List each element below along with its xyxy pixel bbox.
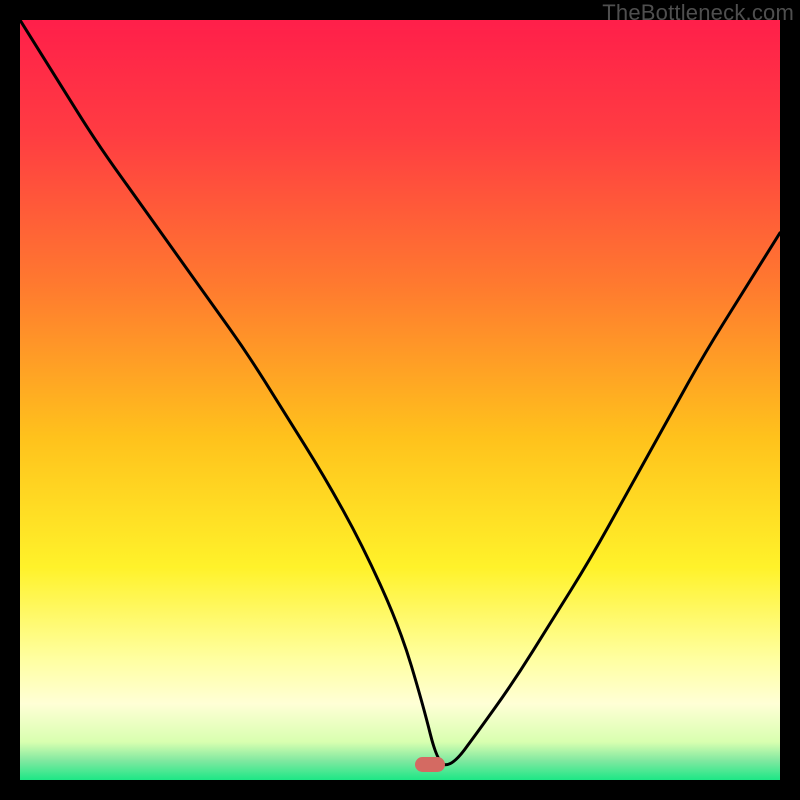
bottleneck-curve bbox=[20, 20, 780, 780]
chart-frame: TheBottleneck.com bbox=[0, 0, 800, 800]
plot-area bbox=[20, 20, 780, 780]
watermark-label: TheBottleneck.com bbox=[602, 0, 794, 26]
optimal-point-marker bbox=[415, 757, 445, 772]
